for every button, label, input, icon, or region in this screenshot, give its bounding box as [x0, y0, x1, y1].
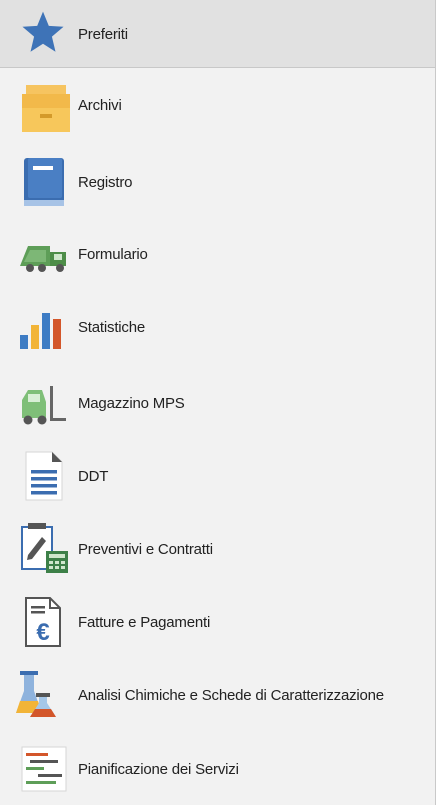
- nav-item-preventivi-contratti[interactable]: Preventivi e Contratti: [0, 513, 435, 585]
- nav-item-formulario[interactable]: Formulario: [0, 218, 435, 290]
- book-icon: [16, 154, 72, 210]
- nav-item-ddt[interactable]: DDT: [0, 440, 435, 512]
- nav-item-label: Magazzino MPS: [78, 395, 185, 412]
- contract-calculator-icon: [16, 521, 72, 577]
- favorites-label: Preferiti: [78, 26, 128, 43]
- nav-item-label: Statistiche: [78, 319, 145, 336]
- nav-item-statistiche[interactable]: Statistiche: [0, 291, 435, 363]
- nav-item-label: Preventivi e Contratti: [78, 541, 213, 558]
- nav-item-pianificazione-servizi[interactable]: Pianificazione dei Servizi: [0, 733, 435, 805]
- gantt-plan-icon: [16, 741, 72, 797]
- nav-item-label: Pianificazione dei Servizi: [78, 761, 239, 778]
- favorites-header[interactable]: Preferiti: [0, 0, 435, 68]
- nav-item-label: Fatture e Pagamenti: [78, 614, 211, 631]
- euro-invoice-icon: €: [16, 594, 72, 650]
- nav-item-registro[interactable]: Registro: [0, 146, 435, 218]
- nav-item-label: Analisi Chimiche e Schede di Caratterizz…: [78, 687, 384, 704]
- nav-item-label: Formulario: [78, 246, 148, 263]
- lab-flask-icon: [16, 667, 72, 723]
- navigation-panel: Preferiti Archivi Registro Formulario St…: [0, 0, 436, 805]
- nav-item-archivi[interactable]: Archivi: [0, 70, 435, 142]
- document-icon: [16, 448, 72, 504]
- folder-boxes-icon: [16, 80, 72, 136]
- svg-text:€: €: [36, 619, 49, 646]
- nav-item-label: Archivi: [78, 97, 122, 114]
- nav-item-label: Registro: [78, 174, 133, 191]
- nav-item-magazzino-mps[interactable]: Magazzino MPS: [0, 366, 435, 438]
- nav-item-label: DDT: [78, 468, 109, 485]
- truck-icon: [16, 226, 72, 282]
- nav-item-fatture-pagamenti[interactable]: € Fatture e Pagamenti: [0, 586, 435, 658]
- bar-chart-icon: [16, 299, 72, 355]
- forklift-icon: [16, 374, 72, 430]
- star-icon: [18, 8, 68, 58]
- nav-item-analisi-chimiche[interactable]: Analisi Chimiche e Schede di Caratterizz…: [0, 659, 435, 731]
